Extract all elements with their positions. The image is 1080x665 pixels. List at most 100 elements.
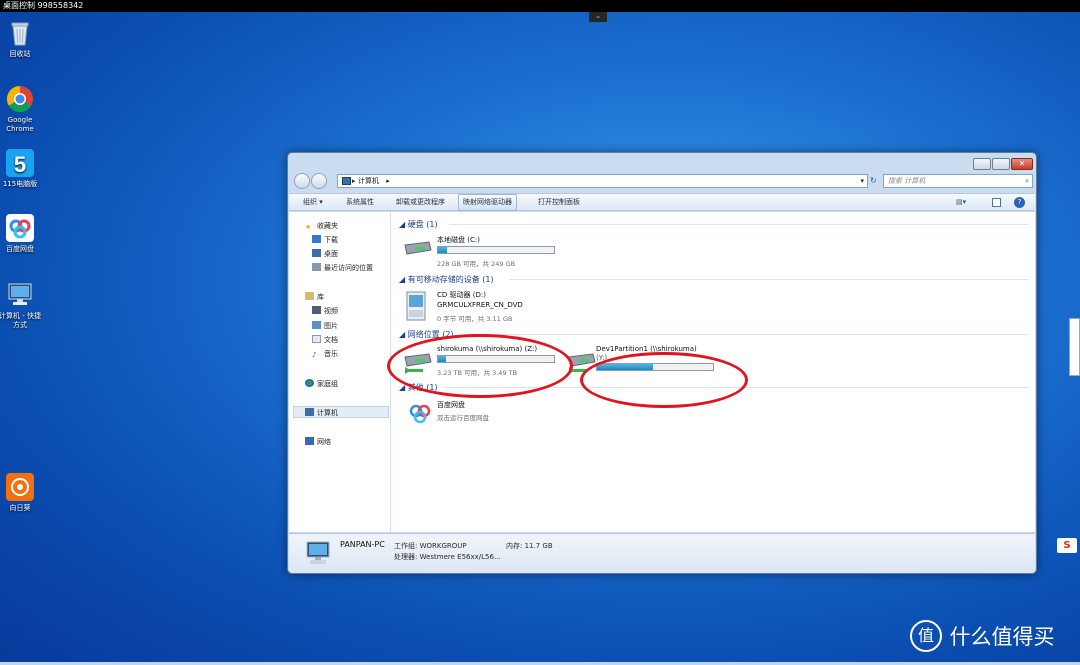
view-options-icon[interactable]: ▤▾ — [956, 198, 972, 207]
search-input[interactable]: 搜索 计算机 ⌕ — [883, 174, 1033, 188]
library-icon — [305, 292, 314, 300]
nav-label: 下载 — [324, 236, 338, 244]
drive-usage-bar — [437, 246, 555, 254]
nav-documents[interactable]: 文档 — [312, 335, 338, 345]
desktop-icon-chrome[interactable]: Google Chrome — [0, 84, 42, 134]
nav-network[interactable]: 网络 — [305, 437, 331, 447]
breadcrumb-chevron-icon: ▸ — [352, 177, 356, 185]
chrome-icon — [6, 85, 33, 113]
desktop-icon-recycle-bin[interactable]: 回收站 — [0, 18, 42, 59]
forward-button[interactable] — [311, 173, 327, 189]
section-title: 硬盘 (1) — [407, 220, 438, 229]
preview-pane-icon[interactable] — [992, 198, 1001, 207]
desktop-icon-label: Google Chrome — [6, 116, 34, 133]
nav-favorites[interactable]: ★ 收藏夹 — [305, 221, 338, 231]
recycle-bin-icon — [11, 22, 29, 46]
desktop-icon — [312, 249, 321, 257]
recent-places-icon — [312, 263, 321, 271]
back-button[interactable] — [294, 173, 310, 189]
processor-info: 处理器: Westmere E56xx/L56... — [394, 553, 501, 561]
search-placeholder: 搜索 计算机 — [888, 177, 926, 185]
drive-name: CD 驱动器 (D:) — [437, 291, 486, 299]
nav-label: 文档 — [324, 336, 338, 344]
breadcrumb-chevron-icon: ▸ — [386, 177, 390, 185]
nav-recent-places[interactable]: 最近访问的位置 — [312, 263, 373, 273]
map-network-drive-button[interactable]: 映射网络驱动器 — [458, 194, 517, 211]
section-title: 有可移动存储的设备 (1) — [407, 275, 494, 284]
nav-label: 视频 — [324, 307, 338, 315]
section-hard-disks[interactable]: ◢ 硬盘 (1) — [399, 219, 438, 230]
address-row: ▸ 计算机 ▸ ▾ ↻ 搜索 计算机 ⌕ — [294, 173, 1033, 189]
baidu-netdisk-icon — [6, 214, 34, 242]
desktop-icon-baidu-netdisk[interactable]: 百度网盘 — [0, 213, 42, 254]
nav-homegroup[interactable]: 家庭组 — [305, 379, 338, 389]
remote-control-title-bar: 桌面控制 998558342 — [0, 0, 1080, 12]
collapse-handle-button[interactable]: ⌄ — [589, 12, 607, 22]
address-dropdown-icon[interactable]: ▾ — [860, 175, 864, 187]
section-divider — [464, 334, 1029, 335]
annotation-ellipse-z-drive — [387, 334, 573, 398]
computer-icon — [306, 541, 330, 564]
hard-drive-icon — [404, 241, 432, 256]
navigation-pane: ★ 收藏夹 下载 桌面 最近访问的位置 库 视频 图片 文档 ♪ 音乐 家庭组 计算… — [289, 212, 391, 532]
collapse-triangle-icon: ◢ — [399, 275, 408, 284]
open-control-panel-button[interactable]: 打开控制面板 — [534, 194, 584, 211]
offscreen-dialog-edge — [1069, 318, 1080, 376]
desktop-icon-label: 向日葵 — [9, 504, 31, 512]
pc-name: PANPAN-PC — [340, 540, 385, 549]
watermark-text: 什么值得买 — [949, 625, 1055, 649]
desktop-icon-label: 百度网盘 — [6, 245, 34, 253]
help-icon[interactable]: ? — [1014, 197, 1025, 208]
item-name: 百度网盘 — [437, 401, 465, 409]
desktop-icon-computer-shortcut[interactable]: 计算机 - 快捷方式 — [0, 280, 42, 330]
nav-pictures[interactable]: 图片 — [312, 321, 338, 331]
computer-icon — [305, 408, 314, 416]
desktop-icon-label: 计算机 - 快捷方式 — [0, 312, 41, 329]
download-folder-icon — [312, 235, 321, 243]
nav-computer[interactable]: 计算机 — [305, 408, 338, 418]
desktop-icon-115[interactable]: 5 115电脑版 — [0, 148, 42, 189]
nav-label: 计算机 — [317, 409, 338, 417]
music-icon: ♪ — [312, 351, 317, 359]
section-removable-storage[interactable]: ◢ 有可移动存储的设备 (1) — [399, 274, 494, 285]
sunflower-icon — [6, 473, 34, 501]
address-path: 计算机 — [358, 177, 379, 185]
drive-space-info: 228 GB 可用，共 249 GB — [437, 260, 516, 268]
uninstall-program-button[interactable]: 卸载或更改程序 — [392, 194, 449, 211]
nav-label: 库 — [317, 293, 324, 301]
sogou-ime-icon[interactable]: S — [1057, 538, 1077, 553]
computer-icon — [342, 177, 351, 185]
details-pane: PANPAN-PC 工作组: WORKGROUP 内存: 11.7 GB 处理器… — [289, 533, 1035, 573]
nav-desktop[interactable]: 桌面 — [312, 249, 338, 259]
baidu-netdisk-icon — [409, 404, 431, 424]
homegroup-icon — [305, 379, 314, 387]
picture-icon — [312, 321, 321, 329]
system-properties-button[interactable]: 系统属性 — [342, 194, 378, 211]
remote-control-title: 桌面控制 998558342 — [3, 1, 84, 10]
close-button[interactable]: ✕ — [1011, 158, 1033, 170]
nav-libraries[interactable]: 库 — [305, 292, 324, 302]
nav-label: 最近访问的位置 — [324, 264, 373, 272]
nav-music[interactable]: ♪ 音乐 — [312, 349, 338, 359]
drive-name: 本地磁盘 (C:) — [437, 236, 480, 244]
desktop-icon-sunlogin[interactable]: 向日葵 — [0, 472, 42, 513]
drive-space-info: 0 字节 可用，共 3.11 GB — [437, 315, 513, 323]
desktop-icon-label: 回收站 — [9, 50, 31, 58]
computer-icon — [8, 283, 32, 305]
network-icon — [305, 437, 314, 445]
memory-info: 内存: 11.7 GB — [506, 542, 553, 550]
nav-videos[interactable]: 视频 — [312, 306, 338, 316]
organize-button[interactable]: 组织 ▾ — [299, 194, 327, 211]
minimize-button[interactable] — [973, 158, 991, 170]
item-description: 双击运行百度网盘 — [437, 414, 489, 422]
annotation-ellipse-y-drive — [580, 352, 748, 408]
nav-label: 音乐 — [324, 350, 338, 358]
address-bar[interactable]: ▸ 计算机 ▸ ▾ — [337, 174, 868, 188]
desktop-icon-label: 115电脑版 — [2, 180, 38, 188]
svg-text:5: 5 — [14, 152, 26, 177]
watermark: 值 什么值得买 — [910, 620, 1055, 654]
maximize-button[interactable] — [992, 158, 1010, 170]
refresh-button[interactable]: ↻ — [870, 175, 881, 187]
nav-label: 网络 — [317, 438, 331, 446]
nav-downloads[interactable]: 下载 — [312, 235, 338, 245]
